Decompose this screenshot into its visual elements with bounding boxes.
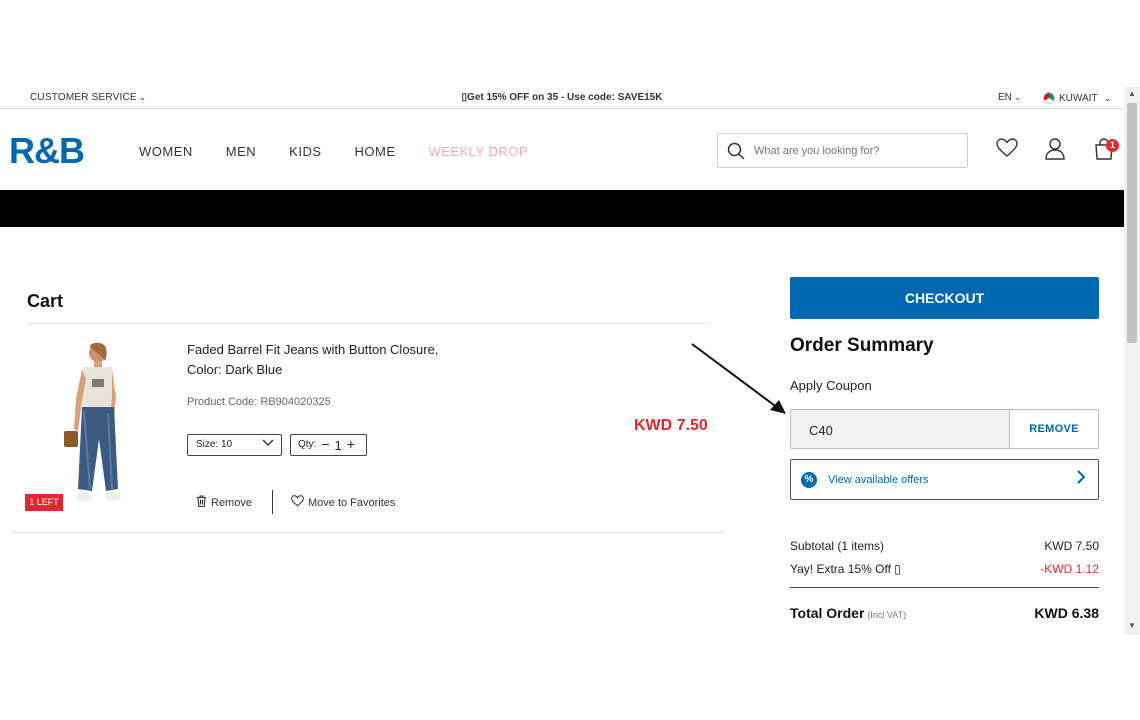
discount-label: Yay! Extra 15% Off ▯	[790, 562, 901, 576]
scroll-down-icon[interactable]: ▼	[1124, 621, 1140, 633]
product-code: Product Code: RB904020325	[187, 396, 331, 408]
site-logo[interactable]: R&B	[9, 130, 85, 172]
discount-row: Yay! Extra 15% Off ▯ -KWD 1.12	[790, 562, 1099, 576]
country-selector[interactable]: KUWAIT ⌄	[1043, 92, 1111, 104]
divider	[27, 323, 710, 324]
discount-value: -KWD 1.12	[1040, 562, 1099, 576]
cart-count-badge: 1	[1106, 139, 1119, 152]
divider	[790, 587, 1099, 588]
item-price: KWD 7.50	[634, 417, 708, 434]
browser-viewport: CUSTOMER SERVICE ⌄ ▯Get 15% OFF on 35 - U…	[0, 87, 1140, 635]
percent-badge-icon: %	[801, 471, 817, 488]
move-to-favorites-label: Move to Favorites	[308, 496, 396, 509]
coupon-box: C40 REMOVE	[790, 409, 1099, 449]
search-input[interactable]	[754, 144, 954, 157]
trash-icon	[196, 495, 207, 510]
quantity-stepper: Qty: − 1 +	[290, 434, 367, 456]
checkout-button[interactable]: CHECKOUT	[790, 277, 1099, 319]
annotation-arrow-icon	[691, 343, 786, 414]
subtotal-label: Subtotal (1 items)	[790, 539, 885, 553]
nav-item-women[interactable]: WOMEN	[139, 144, 193, 159]
nav-item-home[interactable]: HOME	[355, 144, 396, 159]
total-vat-note: (Incl VAT)	[867, 610, 907, 620]
total-row: Total Order (Incl VAT) KWD 6.38	[790, 605, 1099, 621]
chevron-down-icon: ⌄	[1013, 92, 1022, 102]
qty-value: 1	[334, 438, 342, 453]
product-color-line: Color: Dark Blue	[187, 362, 283, 377]
stock-badge: 1 LEFT	[25, 494, 63, 511]
search-box	[717, 133, 968, 168]
scrollbar-thumb[interactable]	[1127, 103, 1137, 343]
divider	[12, 532, 724, 533]
total-label: Total Order	[790, 605, 865, 621]
chevron-down-icon	[262, 438, 274, 450]
site-header: R&B WOMEN MEN KIDS HOME WEEKLY DROP 1	[0, 110, 1124, 190]
country-label: KUWAIT	[1059, 92, 1098, 104]
search-icon[interactable]	[718, 142, 754, 160]
promo-banner-text: ▯Get 15% OFF on 35 - Use code: SAVE15K	[461, 92, 663, 103]
chevron-right-icon	[1077, 470, 1086, 489]
subtotal-row: Subtotal (1 items) KWD 7.50	[790, 539, 1099, 553]
qty-label: Qty:	[298, 439, 317, 450]
remove-coupon-button[interactable]: REMOVE	[1010, 410, 1098, 448]
apply-coupon-label: Apply Coupon	[790, 378, 872, 393]
product-name-line: Faded Barrel Fit Jeans with Button Closu…	[187, 342, 439, 357]
announcement-bar	[0, 190, 1124, 227]
product-image[interactable]	[60, 339, 126, 511]
user-icon[interactable]	[1045, 138, 1065, 165]
utility-bar: CUSTOMER SERVICE ⌄ ▯Get 15% OFF on 35 - U…	[0, 87, 1124, 109]
subtotal-value: KWD 7.50	[1044, 539, 1099, 553]
scroll-up-icon[interactable]: ▲	[1124, 89, 1140, 101]
size-value: Size: 10	[196, 439, 233, 450]
qty-increment-button[interactable]: +	[347, 437, 355, 455]
main-nav: WOMEN MEN KIDS HOME WEEKLY DROP	[139, 144, 561, 159]
total-value: KWD 6.38	[1034, 605, 1099, 621]
remove-label: Remove	[211, 496, 252, 509]
chevron-down-icon: ⌄	[1103, 92, 1112, 103]
nav-item-weekly-drop[interactable]: WEEKLY DROP	[429, 144, 529, 159]
scrollbar[interactable]: ▲ ▼	[1124, 87, 1140, 635]
nav-item-kids[interactable]: KIDS	[289, 144, 321, 159]
cart-title: Cart	[27, 291, 64, 311]
view-offers-label: View available offers	[828, 473, 929, 486]
heart-icon	[291, 495, 304, 510]
order-summary-title: Order Summary	[790, 335, 934, 356]
product-name[interactable]: Faded Barrel Fit Jeans with Button Closu…	[187, 340, 487, 380]
kuwait-flag-icon	[1043, 92, 1055, 104]
language-selector[interactable]: EN ⌄	[998, 92, 1021, 103]
nav-item-men[interactable]: MEN	[226, 144, 256, 159]
language-label: EN	[998, 92, 1012, 103]
size-select[interactable]: Size: 10	[187, 434, 282, 456]
heart-icon[interactable]	[996, 138, 1018, 163]
qty-decrement-button[interactable]: −	[321, 437, 329, 455]
move-to-favorites-button[interactable]: Move to Favorites	[291, 495, 395, 510]
remove-item-button[interactable]: Remove	[196, 495, 252, 510]
divider	[272, 490, 273, 514]
coupon-field[interactable]: C40	[791, 410, 1009, 448]
view-offers-button[interactable]: % View available offers	[790, 459, 1099, 500]
